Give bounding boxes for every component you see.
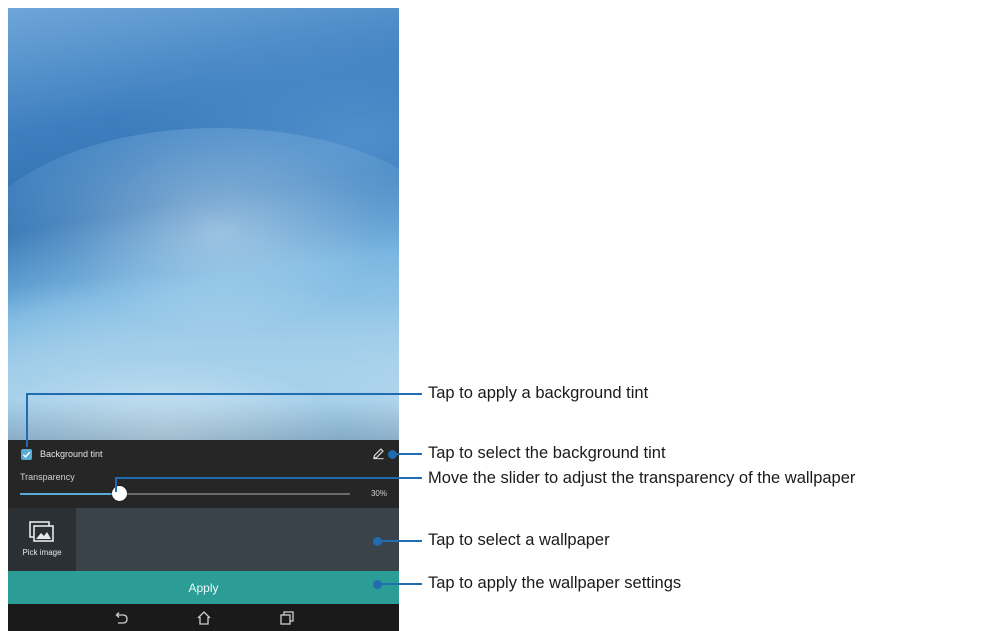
transparency-label: Transparency bbox=[20, 472, 75, 482]
check-icon bbox=[22, 451, 31, 458]
pick-image-label: Pick image bbox=[22, 547, 62, 557]
callout-4-text: Tap to select a wallpaper bbox=[428, 531, 610, 549]
callout-3-line bbox=[115, 477, 422, 479]
wallpaper-picker[interactable]: Pick image bbox=[8, 508, 399, 571]
background-tint-row[interactable]: Background tint bbox=[8, 440, 399, 468]
transparency-value: 30% bbox=[370, 489, 387, 498]
gallery-icon bbox=[29, 520, 54, 542]
callout-3-text: Move the slider to adjust the transparen… bbox=[428, 469, 856, 487]
apply-button[interactable]: Apply bbox=[8, 571, 399, 604]
slider-fill bbox=[20, 493, 119, 495]
transparency-slider[interactable] bbox=[20, 486, 350, 501]
callout-1-connector bbox=[26, 393, 28, 447]
phone-screen: Background tint Transparency 30% Pick im… bbox=[8, 8, 399, 631]
callout-2-line bbox=[392, 453, 422, 455]
pencil-icon[interactable] bbox=[372, 447, 385, 460]
back-icon[interactable] bbox=[113, 610, 129, 626]
callout-1-line bbox=[26, 393, 422, 395]
background-tint-checkbox[interactable] bbox=[21, 448, 32, 460]
callout-5-line bbox=[377, 583, 422, 585]
callout-4-line bbox=[377, 540, 422, 542]
pick-image-tile[interactable]: Pick image bbox=[8, 508, 76, 571]
home-icon[interactable] bbox=[196, 610, 212, 626]
navigation-bar bbox=[8, 604, 399, 631]
wallpaper-preview bbox=[8, 8, 399, 440]
recent-apps-icon[interactable] bbox=[279, 610, 295, 626]
callout-3-connector bbox=[115, 478, 117, 492]
transparency-row: Transparency 30% bbox=[8, 468, 399, 508]
callout-2-text: Tap to select the background tint bbox=[428, 444, 666, 462]
callout-5-text: Tap to apply the wallpaper settings bbox=[428, 574, 682, 592]
callout-1-text: Tap to apply a background tint bbox=[428, 384, 649, 402]
background-tint-label: Background tint bbox=[40, 449, 103, 459]
